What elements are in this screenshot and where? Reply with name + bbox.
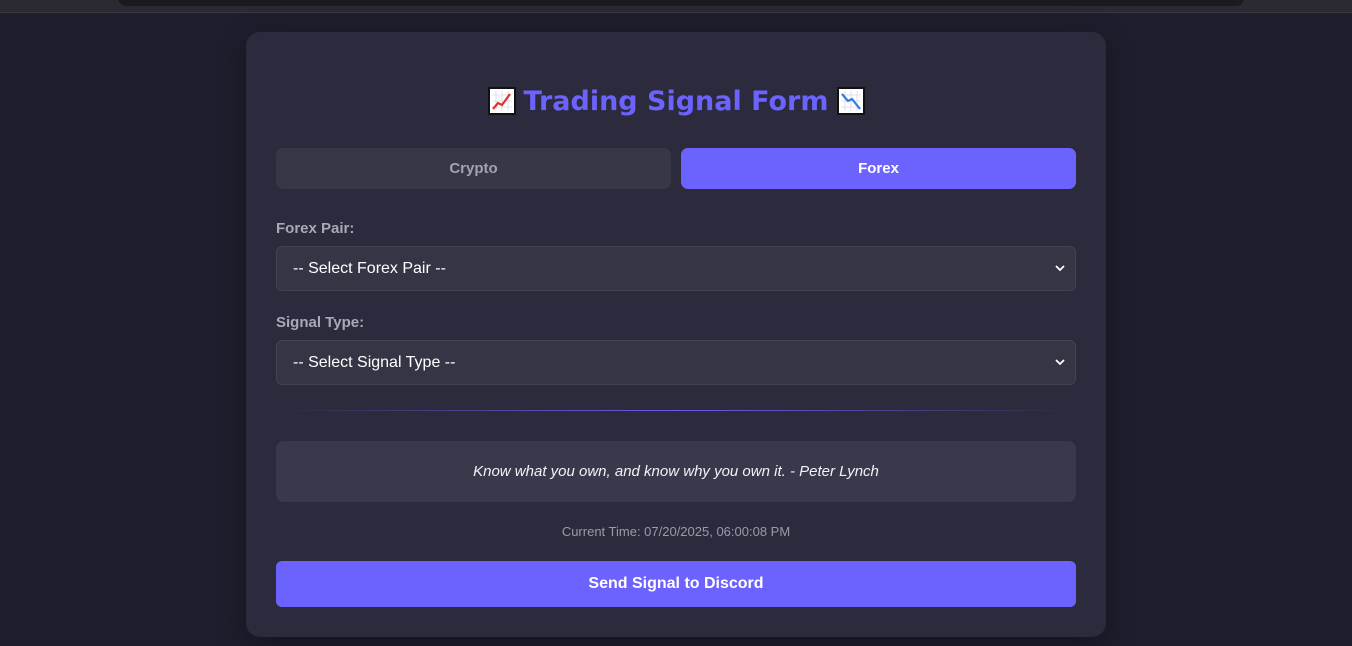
tab-crypto[interactable]: Crypto: [276, 148, 671, 189]
chart-increasing-icon: [487, 87, 516, 115]
browser-top-bar: [0, 0, 1352, 13]
divider: [276, 410, 1076, 411]
page-title: Trading Signal Form: [246, 82, 1106, 122]
send-signal-button[interactable]: Send Signal to Discord: [276, 561, 1076, 607]
quote-box: Know what you own, and know why you own …: [276, 441, 1076, 502]
chart-decreasing-icon: [836, 87, 865, 115]
tab-forex[interactable]: Forex: [681, 148, 1076, 189]
chevron-down-icon: [1055, 359, 1065, 366]
quote-text: Know what you own, and know why you own …: [473, 463, 879, 480]
forex-pair-value: -- Select Forex Pair --: [293, 260, 446, 277]
forex-pair-select[interactable]: -- Select Forex Pair --: [276, 246, 1076, 291]
title-text: Trading Signal Form: [523, 86, 829, 117]
address-bar-edge: [118, 0, 1244, 6]
signal-form-card: Trading Signal Form Crypto Forex Forex P…: [246, 32, 1106, 637]
signal-type-value: -- Select Signal Type --: [293, 354, 456, 371]
signal-type-label: Signal Type:: [276, 314, 365, 331]
signal-type-select[interactable]: -- Select Signal Type --: [276, 340, 1076, 385]
forex-pair-label: Forex Pair:: [276, 220, 355, 237]
market-tabs: Crypto Forex: [276, 148, 1076, 189]
chevron-down-icon: [1055, 265, 1065, 272]
current-time: Current Time: 07/20/2025, 06:00:08 PM: [561, 524, 791, 539]
